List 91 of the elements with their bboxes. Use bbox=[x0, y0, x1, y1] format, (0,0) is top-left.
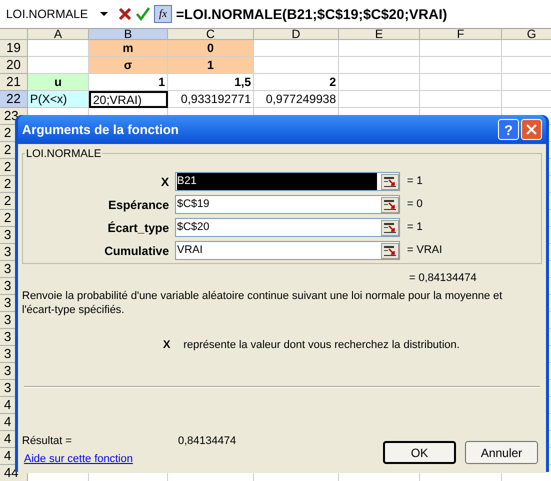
table-cell[interactable]: σ bbox=[89, 57, 168, 74]
row-header[interactable]: 21 bbox=[0, 74, 28, 91]
row-header-number: 2 bbox=[4, 209, 12, 228]
empty-cell[interactable] bbox=[339, 57, 420, 74]
checkmark-icon[interactable] bbox=[136, 7, 150, 21]
help-button[interactable]: ? bbox=[498, 119, 519, 140]
row-header[interactable]: 22 bbox=[0, 91, 28, 108]
table-cell[interactable]: 1,5 bbox=[168, 74, 254, 91]
row-header-number: 2 bbox=[4, 158, 12, 176]
row-header-number: 3 bbox=[4, 379, 12, 398]
row-header-number: 4 bbox=[4, 396, 12, 414]
formula-text[interactable]: =LOI.NORMALE(B21;$C$19;$C$20;VRAI) bbox=[176, 4, 448, 24]
field-text: B21 bbox=[177, 173, 377, 190]
table-cell[interactable]: m bbox=[89, 40, 168, 57]
argument-field[interactable]: B21 bbox=[175, 172, 400, 191]
column-header[interactable]: C bbox=[168, 29, 254, 40]
column-header[interactable]: F bbox=[420, 29, 502, 40]
row-header-number: 4 bbox=[4, 447, 12, 466]
column-header[interactable]: A bbox=[28, 29, 89, 40]
select-all-corner[interactable] bbox=[0, 29, 28, 40]
empty-cell[interactable] bbox=[420, 74, 502, 91]
row-header-number: 3 bbox=[4, 362, 12, 380]
cancel-icon[interactable] bbox=[118, 7, 132, 21]
result-label: Résultat = bbox=[22, 434, 73, 449]
row-header-number: 3 bbox=[4, 260, 12, 278]
empty-cell[interactable] bbox=[339, 40, 420, 57]
close-button[interactable] bbox=[521, 119, 542, 140]
row-header-number: 3 bbox=[4, 328, 12, 346]
collapse-dialog-icon[interactable] bbox=[381, 242, 399, 258]
empty-cell[interactable] bbox=[420, 57, 502, 74]
argument-result: = VRAI bbox=[407, 243, 442, 258]
row-header[interactable]: 19 bbox=[0, 40, 28, 57]
formula-result: = 0,84134474 bbox=[409, 271, 477, 286]
table-cell[interactable]: 20;VRAI) bbox=[89, 91, 168, 108]
table-cell[interactable]: 0,933192771 bbox=[168, 91, 254, 108]
empty-cell[interactable] bbox=[420, 91, 502, 108]
row-header-number: 4 bbox=[4, 430, 12, 448]
table-cell[interactable]: P(X<x) bbox=[28, 91, 89, 108]
empty-cell[interactable] bbox=[420, 40, 502, 57]
row-header-number: 2 bbox=[4, 175, 12, 194]
empty-cell[interactable] bbox=[339, 74, 420, 91]
dialog-button[interactable]: Annuler bbox=[465, 441, 538, 464]
close-icon bbox=[526, 124, 537, 135]
argument-result: = 1 bbox=[407, 220, 423, 236]
row-header-number: 3 bbox=[4, 294, 12, 312]
collapse-dialog-icon[interactable] bbox=[381, 174, 399, 190]
empty-cell[interactable] bbox=[339, 91, 420, 108]
argument-field[interactable]: $C$20 bbox=[175, 218, 400, 237]
field-text: VRAI bbox=[177, 244, 203, 256]
argument-label: X bbox=[160, 174, 170, 190]
row-header-number: 2 bbox=[4, 192, 12, 210]
row-header-number: 3 bbox=[4, 277, 12, 296]
table-cell[interactable]: 2 bbox=[254, 74, 339, 91]
argument-name: X bbox=[163, 338, 170, 352]
row-header-number: 3 bbox=[4, 311, 12, 330]
row-header[interactable]: 20 bbox=[0, 57, 28, 74]
row-header-number: 2 bbox=[4, 124, 12, 142]
field-text: $C$19 bbox=[177, 198, 210, 210]
collapse-dialog-icon[interactable] bbox=[381, 196, 399, 212]
row-header-number: 4 bbox=[4, 413, 12, 432]
row-header-number: 3 bbox=[4, 226, 12, 244]
argument-label: Cumulative bbox=[103, 242, 170, 260]
table-cell[interactable]: 0,977249938 bbox=[254, 91, 339, 108]
dropdown-arrow-icon[interactable] bbox=[100, 12, 108, 16]
table-cell[interactable]: 1 bbox=[89, 74, 168, 91]
argument-field[interactable]: $C$19 bbox=[175, 195, 400, 214]
function-description: Renvoie la probabilité d'une variable aléatoire continue suivant une loi normale pour la moyenne et l'écart-type spécifiés. bbox=[22, 288, 504, 316]
row-header-number: 2 bbox=[4, 141, 12, 160]
column-header[interactable]: E bbox=[339, 29, 420, 40]
argument-description: représente la valeur dont vous recherchez la distribution. bbox=[183, 338, 460, 352]
table-cell[interactable]: 0 bbox=[168, 40, 254, 57]
help-link[interactable]: Aide sur cette fonction bbox=[24, 450, 133, 467]
argument-field[interactable]: VRAI bbox=[175, 241, 400, 260]
row-header-number: 3 bbox=[4, 243, 12, 262]
column-header[interactable]: B bbox=[89, 29, 168, 40]
row-header-number: 3 bbox=[4, 345, 12, 364]
result-value: 0,84134474 bbox=[178, 434, 236, 449]
argument-label: Écart_type bbox=[106, 220, 170, 236]
insert-function-button[interactable]: fx bbox=[154, 5, 172, 23]
argument-label: Espérance bbox=[107, 196, 170, 214]
argument-result: = 0 bbox=[407, 197, 423, 212]
argument-result: = 1 bbox=[407, 174, 423, 190]
window-title: Arguments de la fonction bbox=[22, 120, 179, 139]
dialog-button[interactable]: OK bbox=[383, 441, 456, 464]
table-cell[interactable]: u bbox=[28, 74, 89, 91]
table-cell[interactable]: 1 bbox=[168, 57, 254, 74]
collapse-dialog-icon[interactable] bbox=[381, 220, 399, 236]
column-header[interactable]: G bbox=[502, 29, 551, 40]
column-header[interactable]: D bbox=[254, 29, 339, 40]
name-box[interactable]: LOI.NORMALE bbox=[0, 3, 114, 25]
field-text: $C$20 bbox=[177, 221, 210, 234]
